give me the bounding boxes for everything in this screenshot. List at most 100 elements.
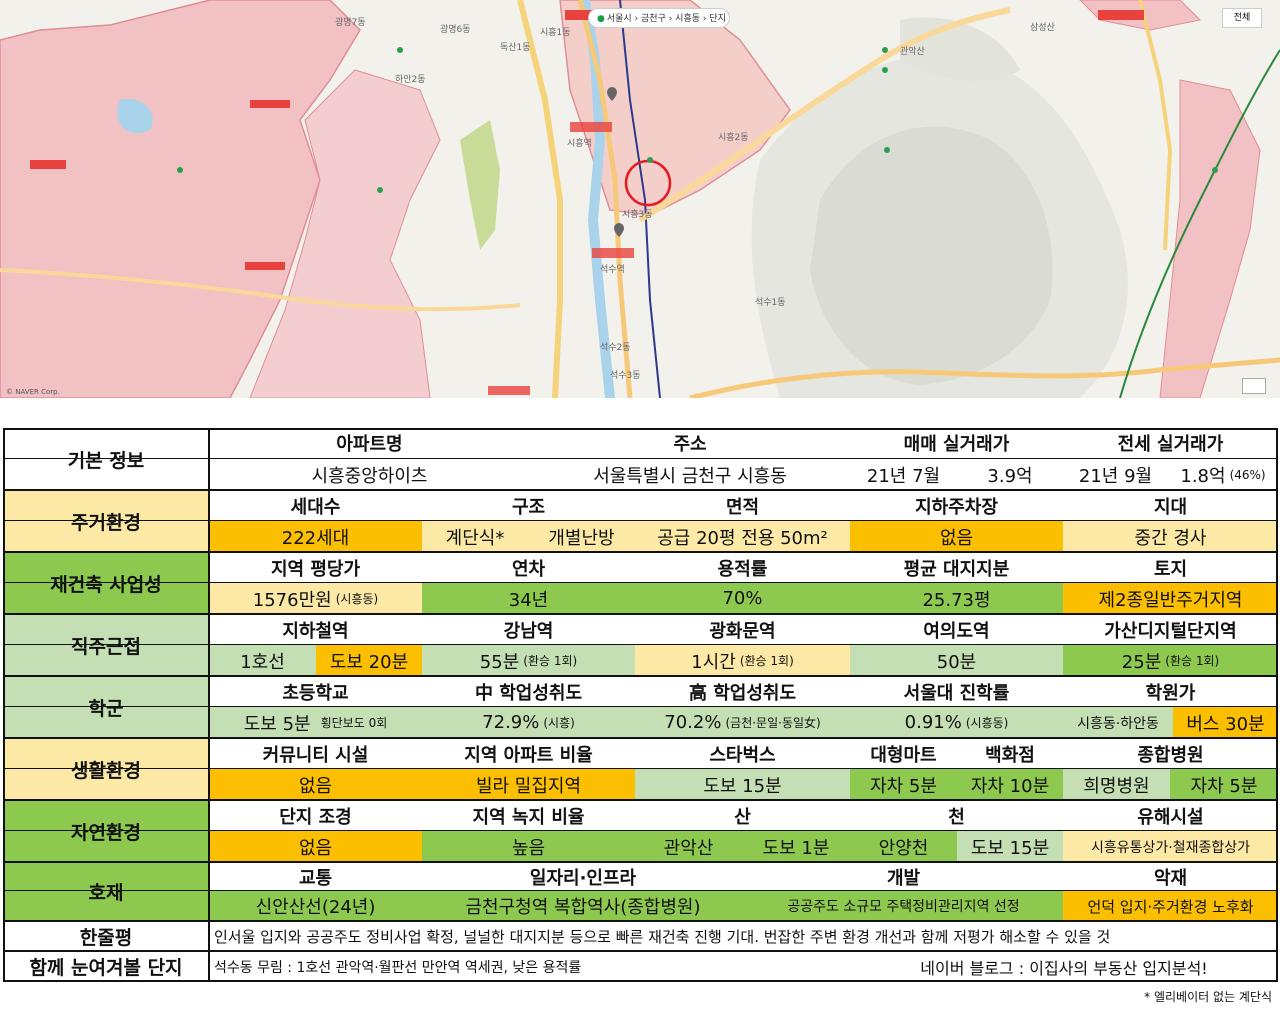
footnote: * 엘리베이터 없는 계단식 (1144, 990, 1272, 1004)
region-price: 1576만원 (252, 589, 332, 611)
gwanghwamun-time: 1시간 (691, 651, 736, 673)
sale-price: 3.9억 (957, 459, 1063, 490)
dept-store-value: 자차 10분 (957, 769, 1063, 800)
header-gwanghwamun: 광화문역 (635, 614, 850, 645)
middle-value: 72.9% (시흥) (422, 707, 635, 738)
together-text: 석수동 무림 : 1호선 관악역·월판선 만안역 역세권, 낮은 용적률 (209, 951, 850, 982)
map-label: 석수2동 (600, 343, 631, 353)
academy-area: 시흥동·하안동 (1063, 707, 1173, 738)
location-map[interactable]: 시흥2동 시흥3동 시흥1동 석수1동 석수2동 석수3동 광명7동 광명6동 … (0, 0, 1280, 398)
jeonse-price: 1.8억 (46%) (1168, 459, 1278, 490)
map-search-text: 서울시 › 금천구 › 시흥동 › 단지 (606, 14, 726, 24)
elementary-walk: 도보 5분 (243, 713, 311, 735)
high-rate: 70.2% (664, 712, 722, 733)
header-subway: 지하철역 (209, 614, 422, 645)
elementary-note: 횡단보도 0회 (320, 716, 388, 730)
header-middle: 中 학업성취도 (422, 676, 635, 707)
map-label: 시흥2동 (718, 133, 749, 143)
snu-value: 0.91% (시흥동) (850, 707, 1063, 738)
header-yeouido: 여의도역 (850, 614, 1063, 645)
map-pin-icon: ● (597, 14, 605, 24)
age-value: 34년 (422, 583, 635, 614)
heating-type: 개별난방 (528, 521, 635, 552)
map-label: 석수3동 (610, 371, 641, 381)
land-share-value: 25.73평 (850, 583, 1063, 614)
map-label: 시흥3동 (622, 210, 653, 220)
header-hospital: 종합병원 (1063, 738, 1278, 769)
gangnam-time: 55분 (479, 651, 520, 673)
map-label: 삼성산 (1030, 23, 1055, 33)
high-value: 70.2% (금천·문일·동일女) (635, 707, 850, 738)
header-apt-ratio: 지역 아파트 비율 (422, 738, 635, 769)
region-price-value: 1576만원 (시흥동) (209, 583, 422, 614)
header-jeonse-price: 전세 실거래가 (1063, 428, 1278, 458)
gwanghwamun-value: 1시간 (환승 1회) (635, 645, 850, 676)
map-label: 관악산 (900, 47, 925, 57)
gangnam-note: (환승 1회) (523, 654, 578, 668)
map-label: 석수1동 (755, 298, 786, 308)
header-land-share: 평균 대지지분 (850, 552, 1063, 583)
map-location-search[interactable]: ● 서울시 › 금천구 › 시흥동 › 단지 (588, 8, 730, 28)
category-life: 생활환경 (3, 738, 209, 800)
snu-rate: 0.91% (904, 712, 962, 733)
map-label: 독산1동 (500, 43, 531, 53)
map-label: 하안2동 (395, 75, 426, 85)
category-together: 함께 눈여겨볼 단지 (3, 951, 209, 982)
community-value: 없음 (209, 769, 422, 800)
header-address: 주소 (530, 428, 850, 458)
header-apt-name: 아파트명 (209, 428, 530, 458)
map-label: 광명6동 (440, 25, 471, 35)
downside-value: 언덕 입지·주거환경 노후화 (1063, 891, 1278, 921)
zone-value: 제2종일반주거지역 (1063, 583, 1278, 614)
map-label: 석수역 (600, 265, 625, 275)
blog-link[interactable]: 네이버 블로그 : 이집사의 부동산 입지분석! (850, 951, 1278, 982)
header-mart: 대형마트 (850, 738, 957, 769)
header-structure: 구조 (422, 490, 635, 521)
category-school: 학군 (3, 676, 209, 738)
header-development: 개발 (744, 862, 1063, 891)
apt-name-value: 시흥중앙하이츠 (209, 459, 530, 490)
yeouido-value: 50분 (850, 645, 1063, 676)
development-value: 공공주도 소규모 주택정비관리지역 선정 (744, 891, 1063, 921)
header-jobs-infra: 일자리·인프라 (422, 862, 744, 891)
map-filter-button[interactable]: 전체 (1222, 8, 1262, 28)
subway-line: 1호선 (209, 645, 316, 676)
map-label: 시흥1동 (540, 28, 571, 38)
hospital-name: 희명병원 (1063, 769, 1170, 800)
header-snu: 서울대 진학률 (850, 676, 1063, 707)
area-value: 공급 20평 전용 50m² (635, 521, 850, 552)
header-elementary: 초등학교 (209, 676, 422, 707)
header-landscape: 단지 조경 (209, 800, 422, 831)
category-living: 주거환경 (3, 490, 209, 552)
header-starbucks: 스타벅스 (635, 738, 850, 769)
high-note: (금천·문일·동일女) (725, 716, 821, 730)
header-downside: 악재 (1063, 862, 1278, 891)
green-ratio-value: 높음 (422, 831, 635, 862)
header-terrain: 지대 (1063, 490, 1278, 521)
map-scale-control[interactable] (1242, 378, 1266, 394)
sale-date: 21년 7월 (850, 459, 957, 490)
gangnam-value: 55분 (환승 1회) (422, 645, 635, 676)
category-rebuild: 재건축 사업성 (3, 552, 209, 614)
header-gasan: 가산디지털단지역 (1063, 614, 1278, 645)
map-canvas (0, 0, 1280, 398)
gasan-value: 25분 (환승 1회) (1063, 645, 1278, 676)
region-price-note: (시흥동) (335, 592, 379, 606)
header-community: 커뮤니티 시설 (209, 738, 422, 769)
starbucks-value: 도보 15분 (635, 769, 850, 800)
header-parking: 지하주차장 (850, 490, 1063, 521)
stream-time: 도보 15분 (957, 831, 1063, 862)
landscape-value: 없음 (209, 831, 422, 862)
category-basic: 기본 정보 (3, 428, 209, 490)
snu-note: (시흥동) (965, 716, 1009, 730)
stream-name: 안양천 (850, 831, 957, 862)
header-hazard: 유해시설 (1063, 800, 1278, 831)
parking-value: 없음 (850, 521, 1063, 552)
subway-walk: 도보 20분 (316, 645, 422, 676)
mountain-name: 관악산 (635, 831, 742, 862)
households-value: 222세대 (209, 521, 422, 552)
header-stream: 천 (850, 800, 1063, 831)
map-label: 광명7동 (335, 18, 366, 28)
header-sale-price: 매매 실거래가 (850, 428, 1063, 458)
jobs-infra-value: 금천구청역 복합역사(종합병원) (422, 891, 744, 921)
